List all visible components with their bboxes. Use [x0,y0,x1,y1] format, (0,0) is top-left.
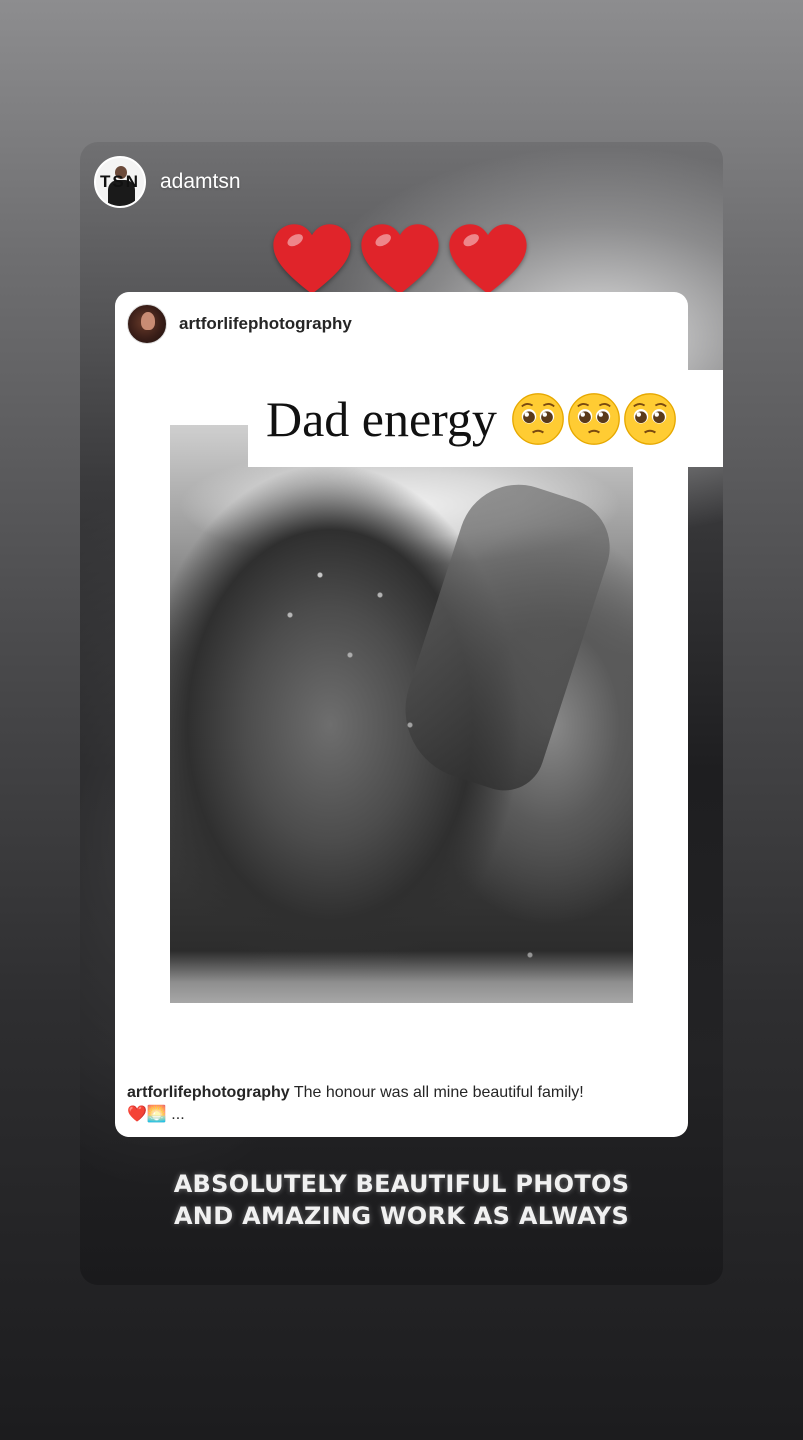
photo-water-drops [170,425,633,1003]
overlay-line-1: ABSOLUTELY BEAUTIFUL PHOTOS [173,1170,630,1198]
pleading-face-icon [512,392,564,445]
author-avatar[interactable]: TSN [94,156,146,208]
caption-more[interactable]: ... [171,1106,184,1123]
shared-post-header: artforlifephotography [127,304,352,344]
sticker-emojis [511,392,677,446]
overlay-line-2: AND AMAZING WORK AS ALWAYS [173,1202,630,1230]
shared-post-photo [170,425,633,1003]
shared-post-avatar[interactable] [127,304,167,344]
pleading-face-icon [568,392,620,445]
story-frame: TSN adamtsn artforlifephotography artfor… [80,142,723,1285]
text-sticker: Dad energy [248,370,723,467]
avatar-figure [141,312,155,330]
story-overlay-text: ABSOLUTELY BEAUTIFUL PHOTOS AND AMAZING … [80,1168,723,1232]
caption-username[interactable]: artforlifephotography [127,1084,290,1101]
photo-bottom-band [170,951,633,1003]
story-header: TSN adamtsn [94,156,241,208]
sticker-text: Dad energy [266,390,497,447]
pleading-face-icon [624,392,676,445]
shared-post-caption: artforlifephotography The honour was all… [127,1082,675,1126]
author-username[interactable]: adamtsn [160,170,241,194]
avatar-logo-text: TSN [100,172,140,191]
caption-emojis: ❤️🌅 [127,1106,167,1123]
caption-text: The honour was all mine beautiful family… [293,1084,584,1101]
shared-post-username[interactable]: artforlifephotography [179,314,352,334]
